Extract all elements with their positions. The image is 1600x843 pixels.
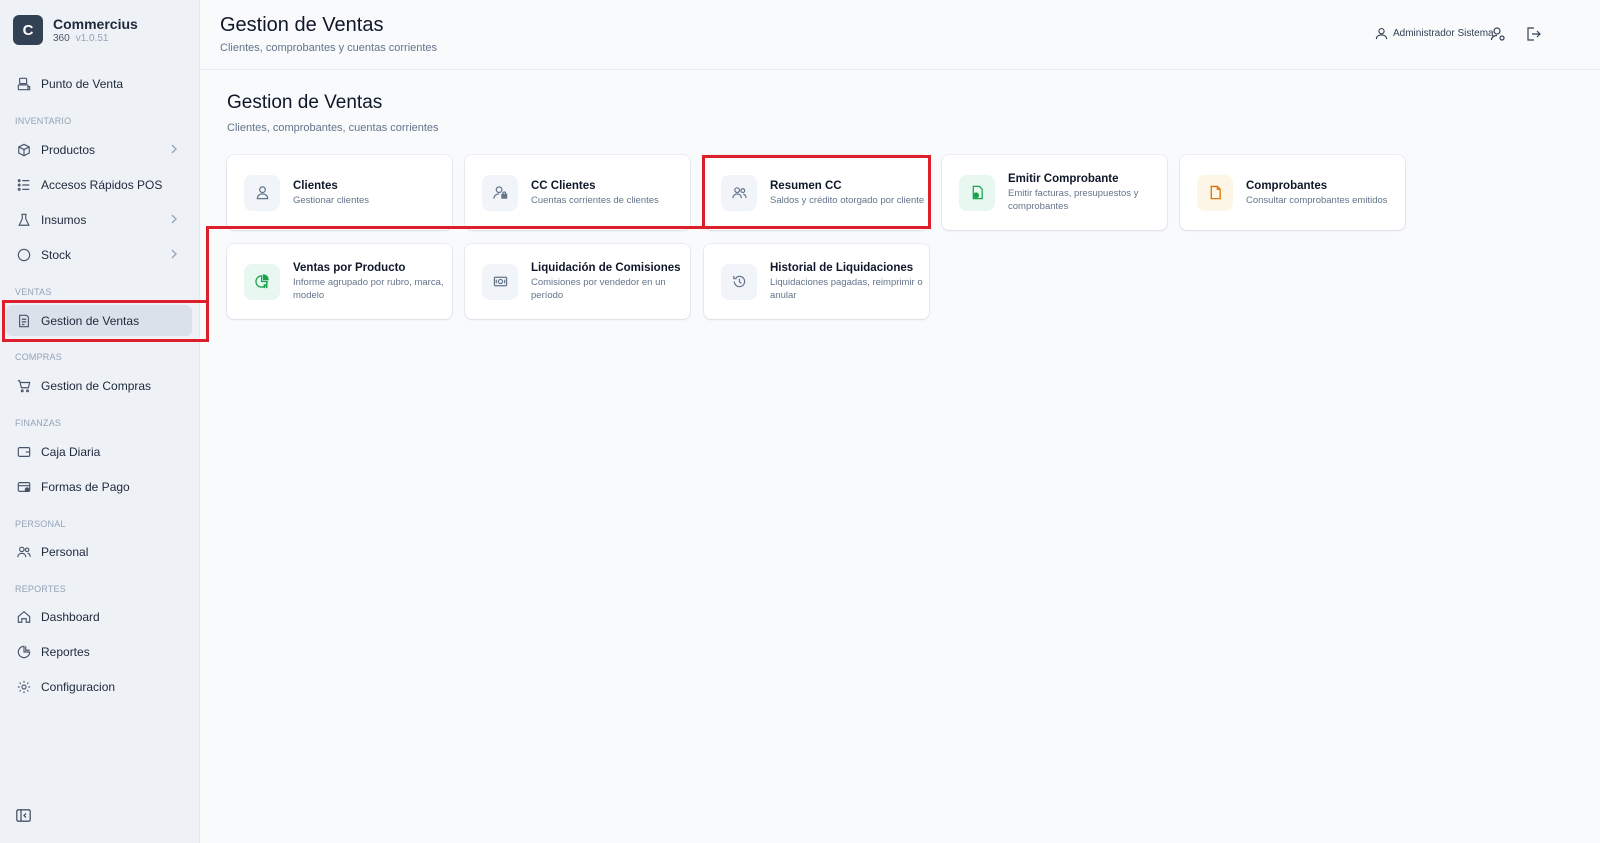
section-reportes: REPORTES xyxy=(15,584,66,594)
sidebar-item-formas-de-pago[interactable]: Formas de Pago xyxy=(6,471,192,502)
sidebar-item-reportes[interactable]: Reportes xyxy=(6,636,192,667)
document-icon xyxy=(1197,174,1233,211)
card-emitir-comprobante[interactable]: Emitir Comprobante Emitir facturas, pres… xyxy=(942,155,1167,230)
sidebar-item-stock[interactable]: Stock xyxy=(6,239,192,270)
sidebar-item-label: Gestion de Compras xyxy=(41,378,152,393)
user-lock-icon xyxy=(482,174,518,211)
card-desc: Consultar comprobantes emitidos xyxy=(1246,194,1388,206)
sidebar-item-gestion-de-compras[interactable]: Gestion de Compras xyxy=(6,370,192,401)
logout-icon[interactable] xyxy=(1525,26,1541,42)
wallet-icon xyxy=(17,445,31,459)
card-comprobantes[interactable]: Comprobantes Consultar comprobantes emit… xyxy=(1180,155,1405,230)
card-icon xyxy=(17,480,31,494)
sidebar-item-caja-diaria[interactable]: Caja Diaria xyxy=(6,436,192,467)
app-version: v1.0.51 xyxy=(75,32,109,44)
cart-icon xyxy=(17,379,31,393)
top-header: Gestion de Ventas Clientes, comprobantes… xyxy=(200,0,1600,70)
card-title: Emitir Comprobante xyxy=(1008,173,1119,185)
sidebar-item-gestion-de-ventas[interactable]: Gestion de Ventas xyxy=(6,305,192,336)
page-title: Gestion de Ventas xyxy=(227,92,383,113)
card-clientes[interactable]: Clientes Gestionar clientes xyxy=(227,155,452,230)
chevron-right-icon xyxy=(171,144,177,154)
card-cc-clientes[interactable]: CC Clientes Cuentas corrientes de client… xyxy=(465,155,690,230)
box-icon xyxy=(17,143,31,157)
section-ventas: VENTAS xyxy=(15,287,52,297)
user-settings-icon[interactable] xyxy=(1490,26,1506,42)
section-compras: COMPRAS xyxy=(15,352,62,362)
sidebar-item-label: Accesos Rápidos POS xyxy=(41,177,163,192)
users-icon xyxy=(17,545,31,559)
sidebar-item-productos[interactable]: Productos xyxy=(6,134,192,165)
user-menu[interactable]: Administrador Sistema xyxy=(1375,27,1494,40)
section-personal: PERSONAL xyxy=(15,519,66,529)
user-name: Administrador Sistema xyxy=(1393,28,1494,39)
home-icon xyxy=(17,610,31,624)
card-title: Resumen CC xyxy=(770,179,842,192)
sidebar-item-label: Dashboard xyxy=(41,609,100,624)
pie-chart-icon xyxy=(244,263,280,300)
card-desc: Cuentas corrientes de clientes xyxy=(531,194,659,206)
card-title: Comprobantes xyxy=(1246,179,1328,192)
sidebar-item-accesos-rapidos[interactable]: Accesos Rápidos POS xyxy=(6,169,192,200)
card-title: Liquidación de Comisiones xyxy=(531,262,681,274)
history-icon xyxy=(721,263,757,300)
sidebar-item-label: Productos xyxy=(41,142,96,157)
receipt-icon xyxy=(17,314,31,328)
sidebar-item-punto-de-venta[interactable]: Punto de Venta xyxy=(6,68,192,99)
card-desc: Gestionar clientes xyxy=(293,194,370,206)
brand-logo: C xyxy=(13,15,43,45)
card-ventas-por-producto[interactable]: Ventas por Producto Informe agrupado por… xyxy=(227,244,452,319)
sidebar-item-label: Configuracion xyxy=(41,679,116,694)
sidebar-collapse-icon[interactable] xyxy=(16,809,31,822)
report-icon xyxy=(17,645,31,659)
circle-icon xyxy=(17,248,31,262)
sidebar-item-personal[interactable]: Personal xyxy=(6,536,192,567)
sidebar-item-label: Gestion de Ventas xyxy=(41,313,140,328)
header-title: Gestion de Ventas xyxy=(220,14,384,36)
users-icon xyxy=(721,174,757,211)
sidebar-item-label: Stock xyxy=(41,247,72,262)
card-desc: Informe agrupado por rubro, marca, model… xyxy=(293,277,444,301)
card-liquidacion-comisiones[interactable]: Liquidación de Comisiones Comisiones por… xyxy=(465,244,690,319)
card-desc: Liquidaciones pagadas, reimprimir o anul… xyxy=(770,277,923,301)
section-finanzas: FINANZAS xyxy=(15,418,62,428)
sidebar-item-label: Insumos xyxy=(41,212,87,227)
sidebar-item-label: Caja Diaria xyxy=(41,444,101,459)
gear-icon xyxy=(17,680,31,694)
card-title: Clientes xyxy=(293,179,338,192)
user-icon xyxy=(244,174,280,211)
sidebar-item-label: Punto de Venta xyxy=(41,76,124,91)
card-desc: Emitir facturas, presupuestos y comproba… xyxy=(1008,188,1139,212)
sidebar-item-insumos[interactable]: Insumos xyxy=(6,204,192,235)
section-inventario: INVENTARIO xyxy=(15,116,72,126)
sidebar: C Commercius 360 v1.0.51 Punto de Venta I… xyxy=(0,0,200,843)
sidebar-item-dashboard[interactable]: Dashboard xyxy=(6,601,192,632)
card-resumen-cc[interactable]: Resumen CC Saldos y crédito otorgado por… xyxy=(704,155,929,230)
card-title: Ventas por Producto xyxy=(293,262,406,274)
card-historial-liquidaciones[interactable]: Historial de Liquidaciones Liquidaciones… xyxy=(704,244,929,319)
brand[interactable]: C Commercius 360 v1.0.51 xyxy=(13,15,138,45)
brand-sub: 360 xyxy=(53,32,70,44)
chevron-right-icon xyxy=(171,214,177,224)
highlight-connector-vertical xyxy=(206,226,209,342)
card-desc: Saldos y crédito otorgado por cliente xyxy=(770,194,925,206)
card-title: Historial de Liquidaciones xyxy=(770,262,914,274)
flask-icon xyxy=(17,213,31,227)
page-subtitle: Clientes, comprobantes, cuentas corrient… xyxy=(227,122,439,134)
brand-name: Commercius xyxy=(53,15,138,32)
header-subtitle: Clientes, comprobantes y cuentas corrien… xyxy=(220,42,438,54)
sidebar-item-configuracion[interactable]: Configuracion xyxy=(6,671,192,702)
card-title: CC Clientes xyxy=(531,179,596,192)
sidebar-item-label: Personal xyxy=(41,544,89,559)
user-icon xyxy=(1375,28,1388,40)
pos-icon xyxy=(17,77,31,91)
card-desc: Comisiones por vendedor en un período xyxy=(531,277,666,301)
sidebar-item-label: Reportes xyxy=(41,644,90,659)
cash-icon xyxy=(482,263,518,300)
sidebar-item-label: Formas de Pago xyxy=(41,479,130,494)
chevron-right-icon xyxy=(171,249,177,259)
list-icon xyxy=(17,178,31,192)
file-plus-icon xyxy=(959,174,995,211)
